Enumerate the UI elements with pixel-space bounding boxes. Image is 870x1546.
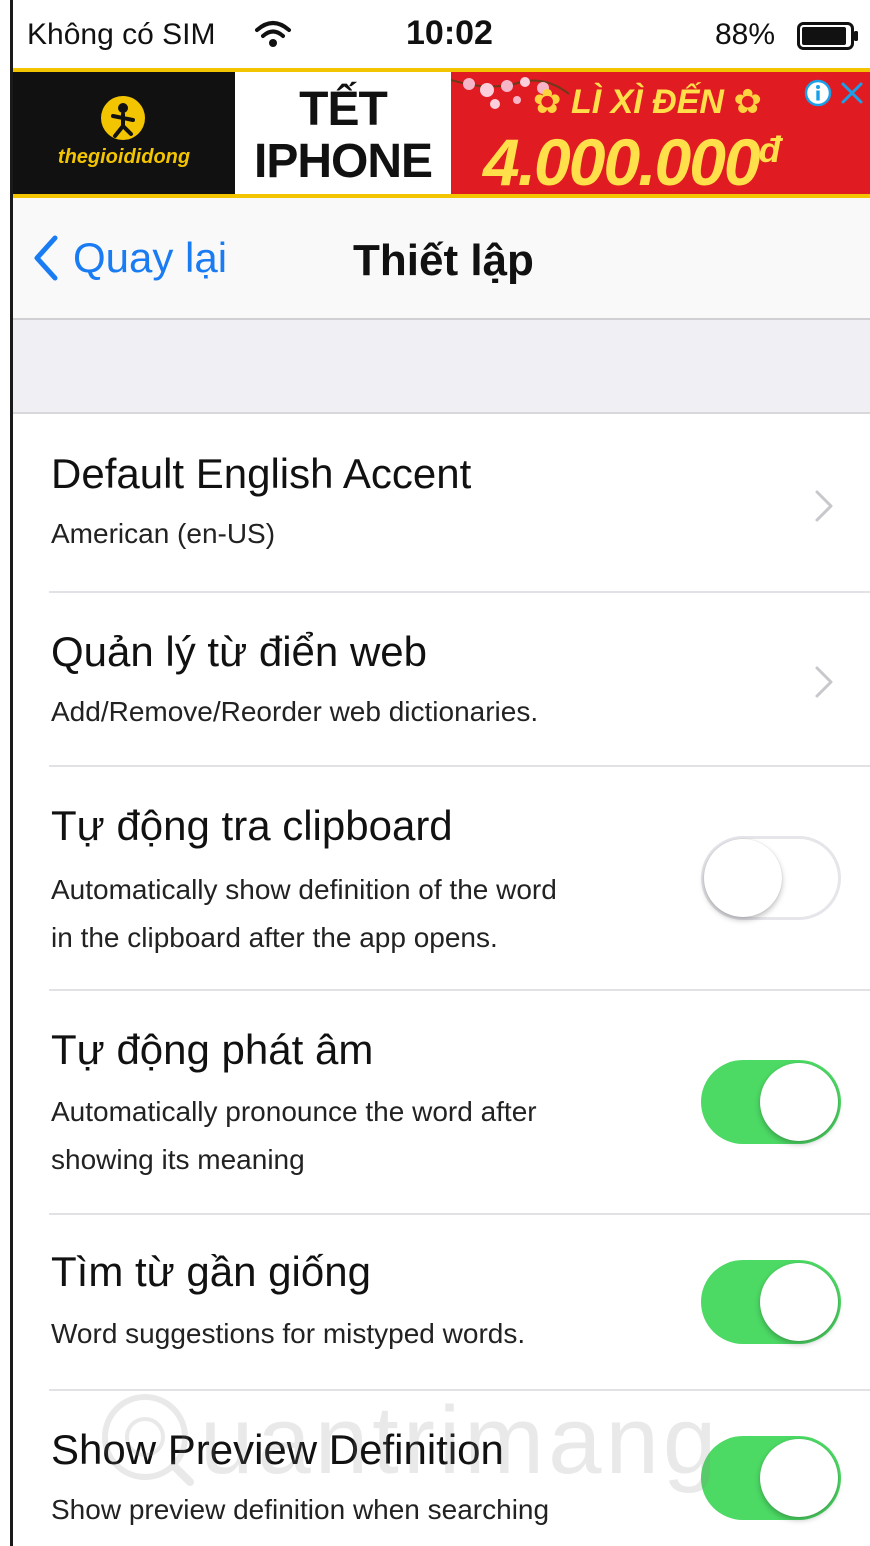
ad-promo-headline: ✿ LÌ XÌ ĐẾN ✿: [533, 82, 762, 122]
setting-row-fuzzy-search: Tìm từ gần giống Word suggestions for mi…: [13, 1214, 870, 1390]
fuzzy-search-toggle[interactable]: [701, 1260, 841, 1344]
setting-row-auto-clipboard: Tự động tra clipboard Automatically show…: [13, 766, 870, 990]
settings-list: Default English Accent American (en-US) …: [13, 414, 870, 1546]
setting-subtitle: Add/Remove/Reorder web dictionaries.: [51, 696, 539, 727]
ad-close-icon[interactable]: [837, 78, 867, 108]
setting-title: Tự động tra clipboard: [51, 802, 453, 849]
battery-percent: 88%: [715, 18, 776, 51]
coin-icon: ✿: [533, 83, 562, 121]
ad-info-icon[interactable]: [803, 78, 833, 108]
wifi-icon: [255, 21, 291, 47]
section-header-spacer: [13, 320, 870, 414]
status-time: 10:02: [406, 14, 493, 52]
ad-brand-name: thegioididong: [57, 146, 191, 168]
setting-subtitle: Show preview definition when searching: [51, 1494, 550, 1525]
setting-subtitle-line: Automatically show definition of the wor…: [51, 874, 557, 905]
chevron-right-icon: [815, 490, 833, 522]
coin-icon: ✿: [733, 83, 762, 121]
chevron-left-icon: [34, 235, 58, 281]
setting-title: Show Preview Definition: [51, 1426, 504, 1473]
back-label: Quay lại: [73, 234, 228, 281]
setting-subtitle-line: Automatically pronounce the word after: [51, 1096, 537, 1127]
status-bar: Không có SIM 10:02 88%: [13, 0, 870, 68]
toggle-knob: [760, 1063, 838, 1141]
auto-clipboard-toggle[interactable]: [701, 836, 841, 920]
preview-definition-toggle[interactable]: [701, 1436, 841, 1520]
ad-line-iphone: IPHONE: [253, 135, 433, 188]
setting-row-preview-definition: Show Preview Definition Show preview def…: [13, 1390, 870, 1546]
phone-screen: Không có SIM 10:02 88% thegioididong TẾT…: [0, 0, 870, 1546]
chevron-right-icon: [815, 666, 833, 698]
setting-row-auto-pronounce: Tự động phát âm Automatically pronounce …: [13, 990, 870, 1214]
back-button[interactable]: Quay lại: [31, 228, 227, 288]
setting-title: Tìm từ gần giống: [51, 1248, 371, 1295]
auto-pronounce-toggle[interactable]: [701, 1060, 841, 1144]
ad-line-tet: TẾT: [299, 83, 388, 136]
ad-amount-value: 4.000.000: [483, 125, 761, 198]
battery-icon: [797, 22, 858, 50]
navigation-bar: Quay lại Thiết lập: [13, 198, 870, 320]
setting-subtitle: Automatically show definition of the wor…: [51, 866, 691, 962]
page-title: Thiết lập: [353, 236, 534, 285]
setting-subtitle: Automatically pronounce the word after s…: [51, 1088, 691, 1184]
ad-brand-panel: thegioididong: [13, 72, 235, 194]
ad-amount-currency: đ: [758, 129, 781, 170]
toggle-knob: [760, 1439, 838, 1517]
setting-subtitle: American (en-US): [51, 518, 276, 549]
ad-headline: TẾT IPHONE: [235, 72, 451, 194]
setting-row-accent[interactable]: Default English Accent American (en-US): [13, 414, 870, 592]
toggle-knob: [760, 1263, 838, 1341]
ad-promo-top-text: LÌ XÌ ĐẾN: [570, 83, 724, 121]
setting-subtitle-line: showing its meaning: [51, 1144, 305, 1175]
brand-logo-icon: [101, 96, 145, 140]
ad-banner[interactable]: thegioididong TẾT IPHONE ✿ LÌ XÌ ĐẾN ✿ 4…: [13, 68, 870, 198]
setting-subtitle: Word suggestions for mistyped words.: [51, 1318, 526, 1349]
setting-subtitle-line: in the clipboard after the app opens.: [51, 922, 498, 953]
ad-promo-amount: 4.000.000đ: [483, 124, 781, 198]
setting-title: Default English Accent: [51, 450, 472, 497]
toggle-knob: [704, 839, 782, 917]
carrier-label: Không có SIM: [27, 18, 216, 51]
setting-title: Quản lý từ điển web: [51, 628, 427, 675]
setting-row-web-dictionaries[interactable]: Quản lý từ điển web Add/Remove/Reorder w…: [13, 592, 870, 766]
setting-title: Tự động phát âm: [51, 1026, 374, 1073]
